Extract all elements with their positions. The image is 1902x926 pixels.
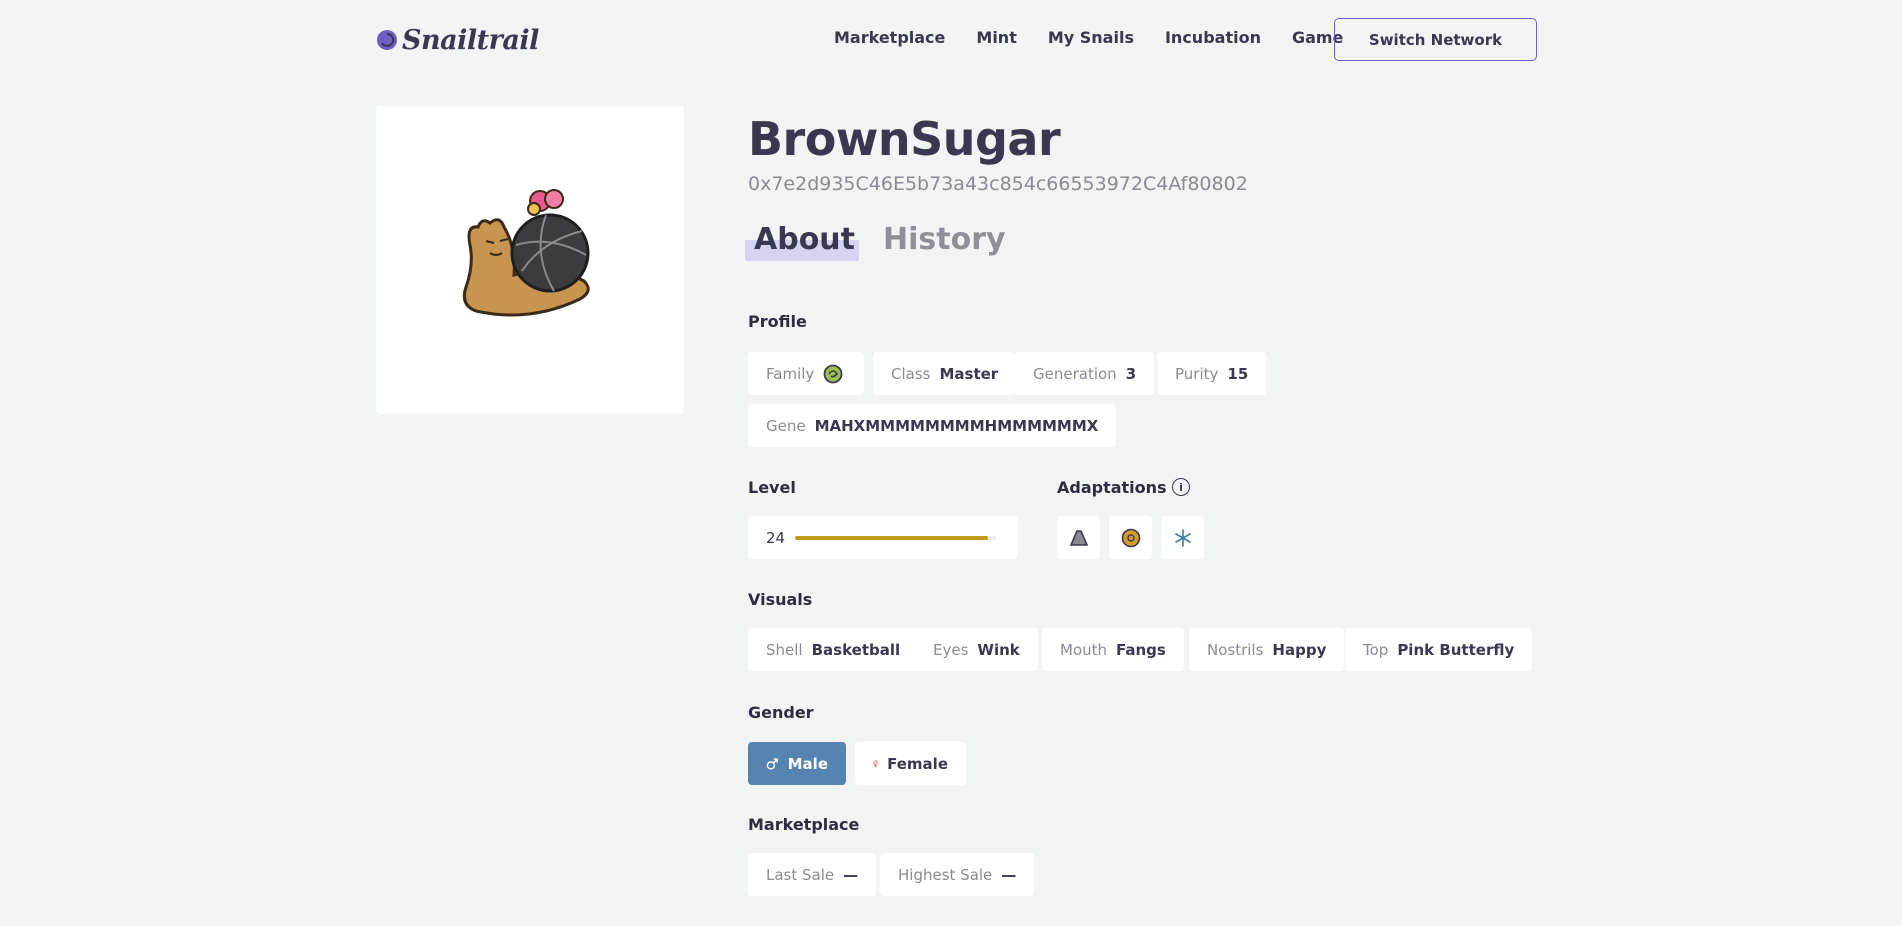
slide-coin-icon — [1121, 528, 1140, 547]
nav-incubation[interactable]: Incubation — [1165, 28, 1261, 47]
visual-value: Basketball — [811, 640, 901, 659]
gender-female-button[interactable]: Female — [855, 742, 966, 785]
level-chip: 24 — [748, 516, 1018, 559]
gene-label: Gene — [766, 416, 806, 435]
marketplace-title: Marketplace — [748, 815, 860, 834]
gender-female-label: Female — [887, 754, 948, 773]
snail-logo-icon — [377, 30, 397, 50]
visual-value: Happy — [1272, 640, 1327, 659]
family-badge-icon — [823, 364, 843, 383]
nav-my-snails[interactable]: My Snails — [1048, 28, 1134, 47]
class-label: Class — [891, 364, 931, 383]
logo-text: Snailtrail — [402, 24, 539, 56]
snail-image — [462, 189, 590, 317]
adaptations-title: Adaptations — [1057, 478, 1167, 497]
visual-mouth: Mouth Fangs — [1042, 628, 1184, 671]
adaptation-mountain[interactable] — [1057, 516, 1100, 559]
highest-sale-value: — — [1001, 865, 1017, 884]
generation-chip: Generation 3 — [1015, 352, 1155, 395]
visual-nostrils: Nostrils Happy — [1189, 628, 1345, 671]
visual-label: Mouth — [1060, 640, 1108, 659]
visual-label: Top — [1363, 640, 1389, 659]
gene-value: MAHXMMMMMMMMHMMMMMMX — [814, 416, 1099, 435]
switch-network-button[interactable]: Switch Network — [1334, 18, 1537, 61]
info-icon[interactable]: i — [1172, 478, 1190, 496]
highest-sale-chip: Highest Sale — — [880, 853, 1035, 896]
level-progress-bar — [795, 535, 996, 540]
female-icon — [873, 759, 878, 767]
adaptation-snow[interactable] — [1161, 516, 1204, 559]
last-sale-value: — — [843, 865, 859, 884]
purity-value: 15 — [1227, 364, 1249, 383]
male-icon — [766, 757, 778, 770]
class-chip: Class Master — [873, 352, 1017, 395]
visual-eyes: Eyes Wink — [915, 628, 1038, 671]
adaptation-slide[interactable] — [1109, 516, 1152, 559]
visual-label: Shell — [766, 640, 803, 659]
gender-male-label: Male — [787, 754, 828, 773]
nav-mint[interactable]: Mint — [976, 28, 1016, 47]
profile-title: Profile — [748, 312, 807, 331]
snowflake-icon — [1174, 528, 1191, 547]
mountain-icon — [1069, 529, 1088, 546]
visual-label: Nostrils — [1207, 640, 1264, 659]
visuals-title: Visuals — [748, 590, 813, 609]
highest-sale-label: Highest Sale — [898, 865, 993, 884]
visual-label: Eyes — [933, 640, 969, 659]
visual-shell: Shell Basketball — [748, 628, 919, 671]
level-value: 24 — [766, 528, 786, 547]
snail-image-card — [376, 106, 684, 414]
level-progress-fill — [795, 535, 988, 540]
purity-chip: Purity 15 — [1157, 352, 1267, 395]
snail-name: BrownSugar — [748, 112, 1061, 166]
gender-male-button[interactable]: Male — [748, 742, 846, 785]
visual-value: Pink Butterfly — [1397, 640, 1515, 659]
class-value: Master — [939, 364, 999, 383]
last-sale-label: Last Sale — [766, 865, 835, 884]
snail-address[interactable]: 0x7e2d935C46E5b73a43c854c66553972C4Af808… — [748, 173, 1248, 195]
family-chip: Family — [748, 352, 864, 395]
generation-label: Generation — [1033, 364, 1117, 383]
level-title: Level — [748, 478, 796, 497]
visual-top: Top Pink Butterfly — [1345, 628, 1533, 671]
generation-value: 3 — [1125, 364, 1137, 383]
family-label: Family — [766, 364, 815, 383]
visual-value: Wink — [977, 640, 1020, 659]
tab-history[interactable]: History — [883, 222, 1006, 257]
gender-title: Gender — [748, 703, 814, 722]
last-sale-chip: Last Sale — — [748, 853, 877, 896]
nav-marketplace[interactable]: Marketplace — [834, 28, 945, 47]
main-nav: Marketplace Mint My Snails Incubation Ga… — [834, 28, 1343, 47]
logo[interactable]: Snailtrail — [376, 24, 539, 56]
gene-chip: Gene MAHXMMMMMMMMHMMMMMMX — [748, 404, 1117, 447]
tab-about[interactable]: About — [754, 222, 855, 257]
purity-label: Purity — [1175, 364, 1219, 383]
visual-value: Fangs — [1116, 640, 1166, 659]
